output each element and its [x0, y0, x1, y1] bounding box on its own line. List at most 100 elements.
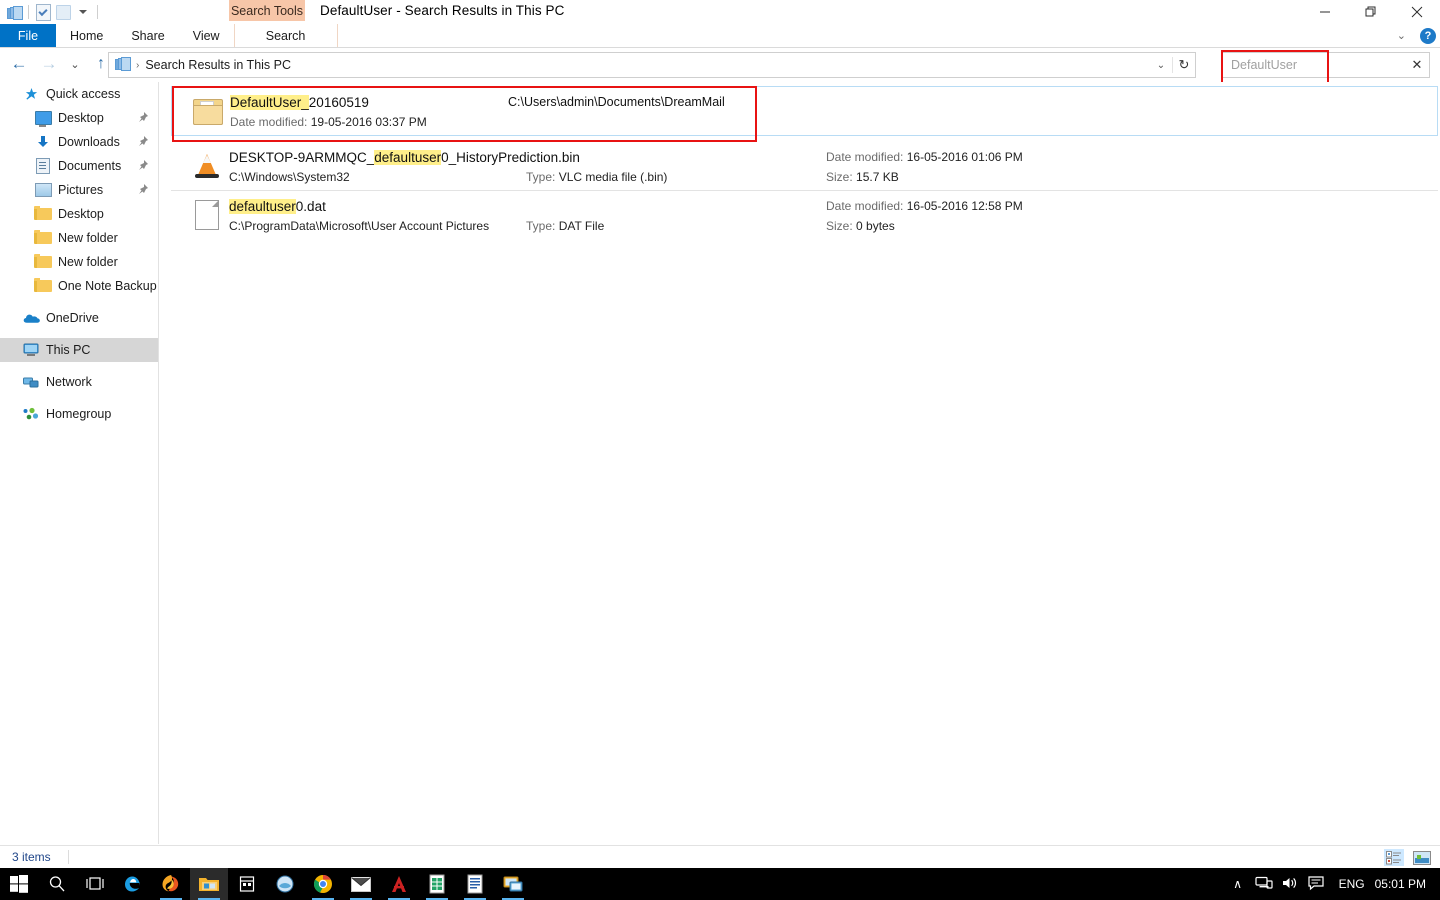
- language-indicator[interactable]: ENG: [1329, 877, 1375, 891]
- sidebar-item-homegroup[interactable]: Homegroup: [0, 402, 158, 426]
- date-modified: Date modified: 16-05-2016 01:06 PM: [826, 150, 1023, 164]
- sidebar-item-network[interactable]: Network: [0, 370, 158, 394]
- sidebar-item-desktop[interactable]: Desktop: [0, 106, 158, 130]
- search-button[interactable]: [38, 868, 76, 900]
- documents-icon: [34, 157, 52, 175]
- spreadsheet-button[interactable]: [418, 868, 456, 900]
- close-icon[interactable]: ✕: [1405, 57, 1429, 73]
- ribbon-tabs: File Home Share View Search: [0, 24, 338, 47]
- table-row[interactable]: DefaultUser_20160519 Date modified: 19-0…: [171, 86, 1438, 136]
- status-divider: [68, 850, 69, 864]
- edge-button[interactable]: [114, 868, 152, 900]
- sidebar-item-this-pc[interactable]: This PC: [0, 338, 158, 362]
- taskbar: ∧ ENG 05:01 PM: [0, 868, 1440, 900]
- sidebar-item-onedrive[interactable]: OneDrive: [0, 306, 158, 330]
- properties-icon[interactable]: [33, 2, 53, 22]
- clock[interactable]: 05:01 PM: [1375, 877, 1440, 891]
- sidebar-item-new-folder-1[interactable]: New folder: [0, 226, 158, 250]
- close-button[interactable]: [1394, 0, 1440, 24]
- search-results-list[interactable]: DefaultUser_20160519 Date modified: 19-0…: [159, 82, 1440, 844]
- view-buttons: [1384, 849, 1432, 866]
- tab-file[interactable]: File: [0, 24, 56, 47]
- folder-icon: [34, 277, 52, 295]
- store-button[interactable]: [228, 868, 266, 900]
- vlc-media-icon: [191, 150, 223, 182]
- back-button[interactable]: ←: [4, 52, 34, 76]
- file-name[interactable]: DESKTOP-9ARMMQC_defaultuser0_HistoryPred…: [229, 150, 580, 165]
- navigation-pane[interactable]: Quick access Desktop Downloads Documents…: [0, 82, 159, 844]
- large-icons-view-icon[interactable]: [1412, 849, 1432, 866]
- table-row[interactable]: DESKTOP-9ARMMQC_defaultuser0_HistoryPred…: [171, 142, 1438, 190]
- sidebar-item-label: Desktop: [58, 111, 104, 125]
- sidebar-item-one-note-backup[interactable]: One Note Backup: [0, 274, 158, 298]
- match-highlight: DefaultUser_: [230, 95, 309, 110]
- sidebar-item-label: Homegroup: [46, 407, 112, 421]
- acrobat-button[interactable]: [380, 868, 418, 900]
- new-folder-icon[interactable]: [53, 2, 73, 22]
- tab-search[interactable]: Search: [233, 24, 338, 47]
- quick-access-star-icon: [22, 85, 40, 103]
- tab-home[interactable]: Home: [56, 24, 117, 47]
- sidebar-item-new-folder-2[interactable]: New folder: [0, 250, 158, 274]
- ribbon-tab-bar: File Home Share View Search ⌄ ?: [0, 24, 1440, 48]
- search-box[interactable]: DefaultUser ✕: [1222, 52, 1430, 78]
- tab-share[interactable]: Share: [117, 24, 178, 47]
- sidebar-item-desktop-folder[interactable]: Desktop: [0, 202, 158, 226]
- file-name[interactable]: DefaultUser_20160519: [230, 95, 369, 110]
- navigation-buttons: ← → ⌄ ↑: [4, 52, 116, 76]
- file-explorer-button[interactable]: [190, 868, 228, 900]
- file-name[interactable]: defaultuser0.dat: [229, 199, 326, 214]
- chevron-down-icon[interactable]: ⌄: [1391, 29, 1412, 42]
- chevron-down-icon[interactable]: [73, 2, 93, 22]
- firefox-button[interactable]: [152, 868, 190, 900]
- skype-button[interactable]: [266, 868, 304, 900]
- help-icon[interactable]: ?: [1420, 27, 1436, 44]
- sidebar-item-label: Downloads: [58, 135, 120, 149]
- refresh-icon[interactable]: ↻: [1172, 57, 1195, 73]
- file-size-value: 0 bytes: [856, 219, 895, 233]
- search-input[interactable]: DefaultUser: [1223, 58, 1405, 72]
- file-name-rest: 0_HistoryPrediction.bin: [441, 150, 580, 165]
- date-modified-label: Date modified:: [826, 199, 904, 213]
- pin-icon[interactable]: [137, 135, 150, 148]
- sidebar-item-pictures[interactable]: Pictures: [0, 178, 158, 202]
- chrome-button[interactable]: [304, 868, 342, 900]
- mail-button[interactable]: [342, 868, 380, 900]
- table-row[interactable]: defaultuser0.dat C:\ProgramData\Microsof…: [171, 191, 1438, 239]
- breadcrumb-path[interactable]: Search Results in This PC: [145, 58, 291, 72]
- remote-button[interactable]: [494, 868, 532, 900]
- file-path: C:\Users\admin\Documents\DreamMail: [508, 95, 725, 109]
- start-button[interactable]: [0, 868, 38, 900]
- show-hidden-icons-button[interactable]: ∧: [1225, 877, 1251, 891]
- task-view-button[interactable]: [76, 868, 114, 900]
- pin-icon[interactable]: [137, 183, 150, 196]
- chevron-down-icon[interactable]: ⌄: [1150, 60, 1172, 71]
- pin-icon[interactable]: [137, 111, 150, 124]
- forward-button[interactable]: →: [34, 52, 64, 76]
- minimize-button[interactable]: [1302, 0, 1348, 24]
- sidebar-item-label: Network: [46, 375, 92, 389]
- sidebar-item-documents[interactable]: Documents: [0, 154, 158, 178]
- recent-locations-icon[interactable]: ⌄: [64, 52, 86, 76]
- sidebar-item-quick-access[interactable]: Quick access: [0, 82, 158, 106]
- network-tray-icon[interactable]: [1251, 875, 1277, 894]
- writer-button[interactable]: [456, 868, 494, 900]
- file-path: C:\ProgramData\Microsoft\User Account Pi…: [229, 219, 490, 233]
- details-view-icon[interactable]: [1384, 849, 1404, 866]
- volume-tray-icon[interactable]: [1277, 875, 1303, 894]
- action-center-icon[interactable]: [1303, 875, 1329, 894]
- address-input[interactable]: › Search Results in This PC ⌄ ↻: [108, 52, 1196, 78]
- tab-view[interactable]: View: [179, 24, 234, 47]
- pin-icon[interactable]: [137, 159, 150, 172]
- maximize-button[interactable]: [1348, 0, 1394, 24]
- file-name-rest: 20160519: [308, 95, 369, 110]
- file-path: C:\Windows\System32: [229, 170, 350, 184]
- file-type-value: VLC media file (.bin): [558, 170, 668, 184]
- file-size-label: Size:: [826, 219, 853, 233]
- explorer-icon[interactable]: [4, 2, 24, 22]
- file-explorer-window: Search Tools DefaultUser - Search Result…: [0, 0, 1440, 869]
- network-icon: [22, 373, 40, 391]
- sidebar-item-downloads[interactable]: Downloads: [0, 130, 158, 154]
- sidebar-item-label: OneDrive: [46, 311, 99, 325]
- folder-icon: [34, 229, 52, 247]
